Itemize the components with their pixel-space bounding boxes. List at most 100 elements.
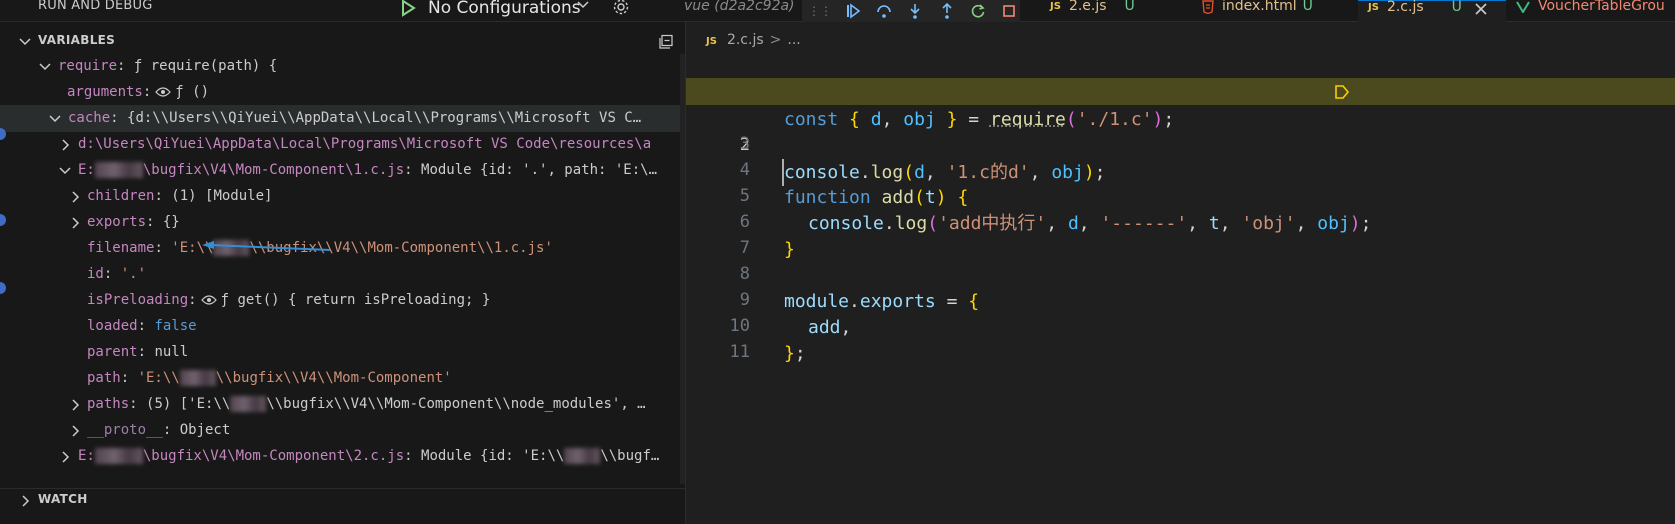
- chevron-down-icon[interactable]: [576, 0, 590, 12]
- chevron-right-icon[interactable]: [68, 216, 82, 230]
- variable-key: children: [87, 188, 155, 204]
- variable-row-proto[interactable]: __proto__: Object: [0, 417, 682, 444]
- tab-2c-js[interactable]: JS 2.c.js U: [1358, 0, 1506, 22]
- html-file-icon: [1202, 0, 1214, 14]
- variable-separator: :: [162, 422, 180, 438]
- breadcrumb-symbols[interactable]: ...: [787, 32, 800, 48]
- code-line[interactable]: 10 };: [686, 286, 1675, 364]
- collapse-all-icon[interactable]: [658, 34, 674, 50]
- close-icon[interactable]: [1474, 2, 1488, 16]
- code-line[interactable]: 6 }: [686, 182, 1675, 260]
- variable-row-filename[interactable]: filename: 'E:\\ \\bugfix\\V4\\Mom-Compone…: [0, 235, 682, 262]
- gear-icon[interactable]: [612, 0, 630, 16]
- tab-voucher-table-group[interactable]: VoucherTableGrou: [1516, 0, 1665, 21]
- chevron-right-icon[interactable]: [58, 138, 72, 152]
- variable-value: (1) [Module]: [171, 188, 273, 204]
- variables-section-header[interactable]: VARIABLES: [0, 30, 685, 52]
- variable-value: ƒ get() { return isPreloading; }: [220, 292, 491, 308]
- code-line-current[interactable]: 2 console.log(d, '1.c的d', obj);: [686, 78, 1675, 186]
- variable-separator: :: [103, 266, 121, 282]
- code-line[interactable]: 1 const { d, obj } = require('./1.c');: [686, 52, 1675, 130]
- variable-separator: :: [142, 84, 152, 100]
- debug-session-name[interactable]: vue (d2a2c92a): [684, 0, 795, 14]
- variable-separator: :: [146, 214, 163, 230]
- drag-handle-icon[interactable]: ⋮⋮: [808, 4, 832, 18]
- vue-file-icon: [1516, 1, 1530, 13]
- variable-separator: :: [154, 240, 172, 256]
- variable-separator: :: [110, 110, 128, 126]
- stop-icon[interactable]: [999, 1, 1020, 21]
- variable-key: paths: [87, 396, 130, 412]
- variable-value: \\bugf…: [600, 448, 660, 464]
- code-line[interactable]: 7: [686, 208, 1675, 258]
- chevron-down-icon[interactable]: [38, 60, 52, 74]
- chevron-right-icon[interactable]: [58, 450, 72, 464]
- title-bar: RUN AND DEBUG No Configurations vue (d2a…: [0, 0, 1675, 22]
- variable-row-1c-module[interactable]: E: \bugfix\V4\Mom-Component\1.c.js: Modul…: [0, 157, 682, 184]
- code-line[interactable]: 8 module.exports = {: [686, 234, 1675, 312]
- watch-section-header[interactable]: WATCH: [0, 488, 685, 511]
- variable-row-2c-module[interactable]: E: \bugfix\V4\Mom-Component\2.c.js: Modul…: [0, 443, 682, 470]
- eye-icon[interactable]: [155, 87, 172, 97]
- tab-2e-js[interactable]: JS 2.e.js U: [1050, 0, 1135, 21]
- variable-separator: :: [188, 292, 197, 308]
- chevron-down-icon[interactable]: [58, 164, 72, 178]
- variable-row-exports[interactable]: exports: {}: [0, 209, 682, 236]
- variable-separator: :: [137, 344, 155, 360]
- code-line[interactable]: 9 add,: [686, 260, 1675, 338]
- variable-value: Object: [179, 422, 231, 438]
- variable-row-vscode-path[interactable]: d:\Users\QiYuei\AppData\Local\Programs\M…: [0, 131, 682, 158]
- breadcrumb-separator: >: [769, 32, 782, 48]
- chevron-right-icon[interactable]: [18, 494, 32, 508]
- variable-separator: :: [404, 448, 422, 464]
- variable-key: arguments: [67, 84, 143, 100]
- chevron-down-icon[interactable]: [18, 35, 32, 49]
- variable-key: isPreloading: [87, 292, 189, 308]
- eye-icon[interactable]: [200, 295, 217, 305]
- redacted-text: [230, 396, 267, 412]
- variable-row-children[interactable]: children: (1) [Module]: [0, 183, 682, 210]
- variable-row-require[interactable]: require: ƒ require(path) {: [0, 53, 682, 80]
- variable-row-paths[interactable]: paths: (5) ['E:\\ \\bugfix\\V4\\Mom-Compo…: [0, 391, 682, 418]
- redacted-text: [94, 162, 143, 178]
- code-line[interactable]: 5 console.log('add中执行', d, '------', t, …: [686, 156, 1675, 234]
- breadcrumb-file[interactable]: 2.c.js: [727, 32, 764, 48]
- variable-separator: :: [120, 370, 138, 386]
- code-editor[interactable]: JS 2.c.js >... 1 const { d, obj } = requir…: [686, 22, 1675, 524]
- git-status-badge: U: [1451, 0, 1462, 15]
- breadcrumb: JS 2.c.js >...: [706, 32, 801, 48]
- variable-row-arguments[interactable]: arguments: ƒ (): [0, 79, 682, 106]
- variable-key: filename: [87, 240, 155, 256]
- variable-row-path[interactable]: path: 'E:\\ \\bugfix\\V4\\Mom-Component': [0, 365, 682, 392]
- chevron-right-icon[interactable]: [68, 398, 82, 412]
- step-into-icon[interactable]: [905, 1, 926, 21]
- variable-value: (5) ['E:\\: [146, 396, 231, 412]
- continue-icon[interactable]: [842, 1, 863, 21]
- chevron-right-icon[interactable]: [68, 424, 82, 438]
- chevron-down-icon[interactable]: [48, 112, 62, 126]
- chevron-right-icon[interactable]: [68, 190, 82, 204]
- code-line[interactable]: 4 function add(t) {: [686, 130, 1675, 208]
- variable-row-cache[interactable]: cache: {d:\\Users\\QiYuei\\AppData\\Loca…: [0, 105, 682, 132]
- tab-index-html[interactable]: index.html U: [1202, 0, 1313, 21]
- code-token: ;: [794, 343, 806, 364]
- variable-key: E:: [78, 448, 95, 464]
- variable-row-loaded[interactable]: loaded: false: [0, 313, 682, 340]
- variable-row-id[interactable]: id: '.': [0, 261, 682, 288]
- variable-separator: :: [154, 188, 172, 204]
- watch-label: WATCH: [38, 492, 88, 506]
- variable-key: loaded: [87, 318, 138, 334]
- variable-row-ispreloading[interactable]: isPreloading: ƒ get() { return isPreloadi…: [0, 287, 682, 314]
- code-line[interactable]: 3: [686, 104, 1675, 154]
- step-over-icon[interactable]: [873, 1, 894, 21]
- start-debugging-icon[interactable]: [400, 0, 416, 18]
- code-token: }: [784, 343, 795, 364]
- variable-row-parent[interactable]: parent: null: [0, 339, 682, 366]
- code-line[interactable]: 11: [686, 312, 1675, 362]
- variable-key: exports: [87, 214, 147, 230]
- step-out-icon[interactable]: [936, 1, 957, 21]
- configuration-select[interactable]: No Configurations: [428, 0, 581, 18]
- variable-value: \\bugfix\\V4\\Mom-Component': [215, 370, 452, 386]
- restart-icon[interactable]: [967, 1, 988, 21]
- variable-key: require: [58, 58, 118, 74]
